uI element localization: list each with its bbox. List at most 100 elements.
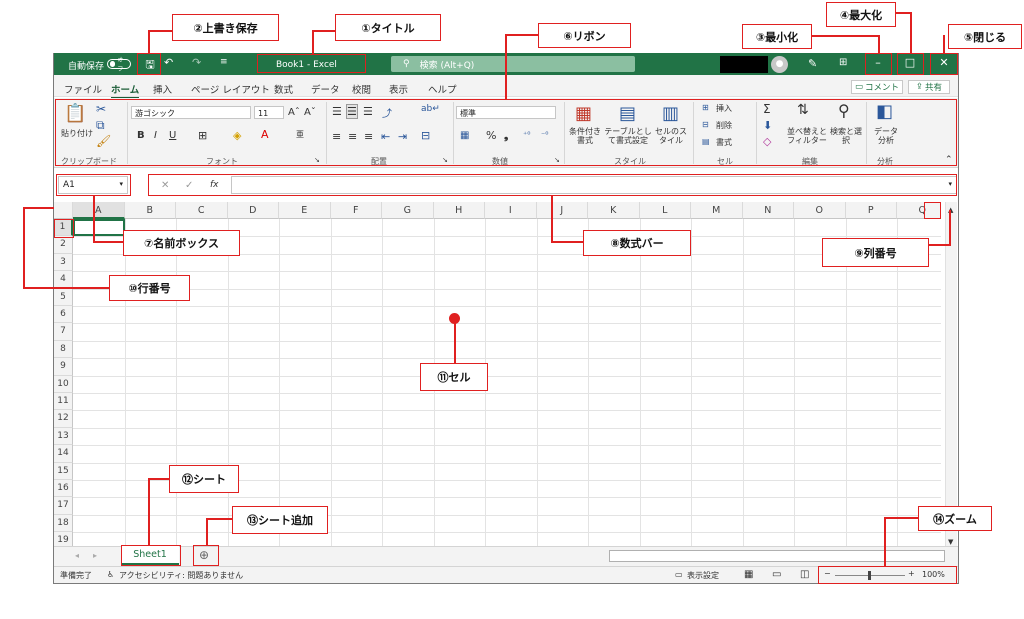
- autosave-label: 自動保存: [68, 62, 105, 72]
- highlight-row-header: [54, 219, 74, 238]
- grid-row-line: [73, 271, 941, 273]
- column-header[interactable]: C: [176, 202, 228, 219]
- ribbon-display-icon[interactable]: ⊞: [839, 57, 847, 68]
- row-header[interactable]: 12: [54, 410, 73, 428]
- column-header[interactable]: A: [73, 202, 125, 219]
- column-header[interactable]: B: [124, 202, 176, 219]
- tab-review[interactable]: 校閲: [352, 82, 371, 96]
- display-settings-icon[interactable]: ▭: [675, 570, 683, 579]
- column-header[interactable]: K: [588, 202, 640, 219]
- grid-row-line: [73, 323, 941, 325]
- callout-ribbon: ⑥リボン: [538, 23, 631, 48]
- tab-insert[interactable]: 挿入: [153, 82, 172, 96]
- leader-line: [943, 35, 945, 54]
- autosave-toggle[interactable]: オフ: [107, 57, 131, 73]
- accessibility-icon[interactable]: ♿: [107, 570, 114, 579]
- highlight-formula-bar: [148, 174, 957, 196]
- row-header[interactable]: 18: [54, 514, 73, 533]
- highlight-namebox: [56, 174, 131, 196]
- tab-data[interactable]: データ: [311, 82, 340, 96]
- row-header[interactable]: 17: [54, 497, 73, 515]
- column-header[interactable]: O: [794, 202, 846, 219]
- row-header[interactable]: 5: [54, 288, 73, 306]
- tab-formulas[interactable]: 数式: [274, 82, 293, 96]
- redo-icon[interactable]: ↷: [192, 56, 201, 69]
- callout-sheet: ⑫シート: [169, 465, 239, 493]
- grid-row-line: [73, 393, 941, 394]
- column-header[interactable]: I: [485, 202, 537, 219]
- row-header[interactable]: 10: [54, 375, 73, 393]
- leader-line: [148, 478, 150, 546]
- leader-line: [454, 320, 456, 364]
- tab-page-layout[interactable]: ページ レイアウト: [191, 82, 270, 96]
- leader-line: [910, 12, 912, 54]
- tab-file[interactable]: ファイル: [64, 82, 102, 96]
- column-header[interactable]: M: [691, 202, 743, 219]
- leader-line: [928, 244, 951, 246]
- column-header[interactable]: N: [742, 202, 794, 219]
- row-header[interactable]: 16: [54, 480, 73, 498]
- grid-row-line: [73, 514, 941, 516]
- customize-toolbar-icon[interactable]: ≡: [220, 57, 228, 67]
- row-header[interactable]: 14: [54, 445, 73, 463]
- callout-formula-bar: ⑧数式バー: [583, 230, 691, 256]
- display-settings-label[interactable]: 表示設定: [687, 570, 719, 581]
- row-header[interactable]: 4: [54, 271, 73, 289]
- vertical-scrollbar[interactable]: [945, 202, 957, 546]
- normal-view-icon[interactable]: ▦: [744, 569, 753, 580]
- highlight-minimize: [865, 53, 892, 75]
- row-header[interactable]: 2: [54, 236, 73, 254]
- row-header[interactable]: 3: [54, 253, 73, 272]
- comment-icon: ▭: [854, 82, 863, 92]
- comment-button[interactable]: ▭ コメント: [851, 80, 903, 94]
- row-header[interactable]: 19: [54, 532, 73, 546]
- column-header[interactable]: L: [639, 202, 691, 219]
- avatar[interactable]: ●: [771, 56, 788, 73]
- column-header[interactable]: G: [382, 202, 434, 219]
- accessibility-status[interactable]: アクセシビリティ: 問題ありません: [119, 570, 243, 581]
- column-header[interactable]: H: [433, 202, 485, 219]
- row-header[interactable]: 11: [54, 393, 73, 411]
- row-header[interactable]: 9: [54, 358, 73, 376]
- callout-zoom: ⑭ズーム: [918, 506, 992, 531]
- active-cell[interactable]: [73, 219, 125, 237]
- column-header[interactable]: D: [227, 202, 279, 219]
- row-header[interactable]: 13: [54, 427, 73, 446]
- row-header[interactable]: 6: [54, 306, 73, 324]
- page-layout-view-icon[interactable]: ▭: [772, 569, 781, 580]
- share-button[interactable]: ⇪ 共有: [908, 80, 950, 94]
- leader-line: [23, 207, 54, 209]
- grid-row-line: [73, 445, 941, 447]
- callout-cell: ⑪セル: [420, 363, 488, 391]
- column-header[interactable]: P: [845, 202, 897, 219]
- column-header[interactable]: F: [330, 202, 382, 219]
- leader-line: [551, 241, 584, 243]
- row-header[interactable]: 8: [54, 340, 73, 359]
- undo-icon[interactable]: ↶: [164, 56, 173, 69]
- designer-pen-icon[interactable]: ✎: [808, 57, 817, 70]
- leader-line: [805, 35, 880, 37]
- tab-help[interactable]: ヘルプ: [428, 82, 457, 96]
- grid-row-line: [73, 532, 941, 534]
- column-header[interactable]: J: [536, 202, 588, 219]
- toggle-knob-icon: [110, 61, 116, 67]
- leader-line: [884, 517, 919, 519]
- horizontal-scrollbar[interactable]: [609, 550, 945, 562]
- select-all-corner[interactable]: [54, 202, 73, 219]
- row-header[interactable]: 7: [54, 323, 73, 341]
- row-header[interactable]: 15: [54, 462, 73, 480]
- leader-line: [312, 30, 336, 32]
- scroll-down-icon[interactable]: ▼: [948, 538, 953, 546]
- cell-marker-dot: [449, 313, 460, 324]
- callout-add-sheet: ⑬シート追加: [232, 506, 328, 534]
- leader-line: [206, 518, 208, 546]
- tab-home[interactable]: ホーム: [111, 82, 140, 99]
- callout-namebox: ⑦名前ボックス: [123, 230, 240, 256]
- search-box[interactable]: ⚲ 検索 (Alt+Q): [391, 56, 635, 72]
- sheet-scroll-right-icon[interactable]: ▸: [93, 551, 97, 560]
- tab-view[interactable]: 表示: [389, 82, 408, 96]
- sheet-scroll-left-icon[interactable]: ◂: [75, 551, 79, 560]
- grid-row-line: [73, 375, 941, 377]
- column-header[interactable]: E: [279, 202, 331, 219]
- page-break-view-icon[interactable]: ◫: [800, 569, 809, 580]
